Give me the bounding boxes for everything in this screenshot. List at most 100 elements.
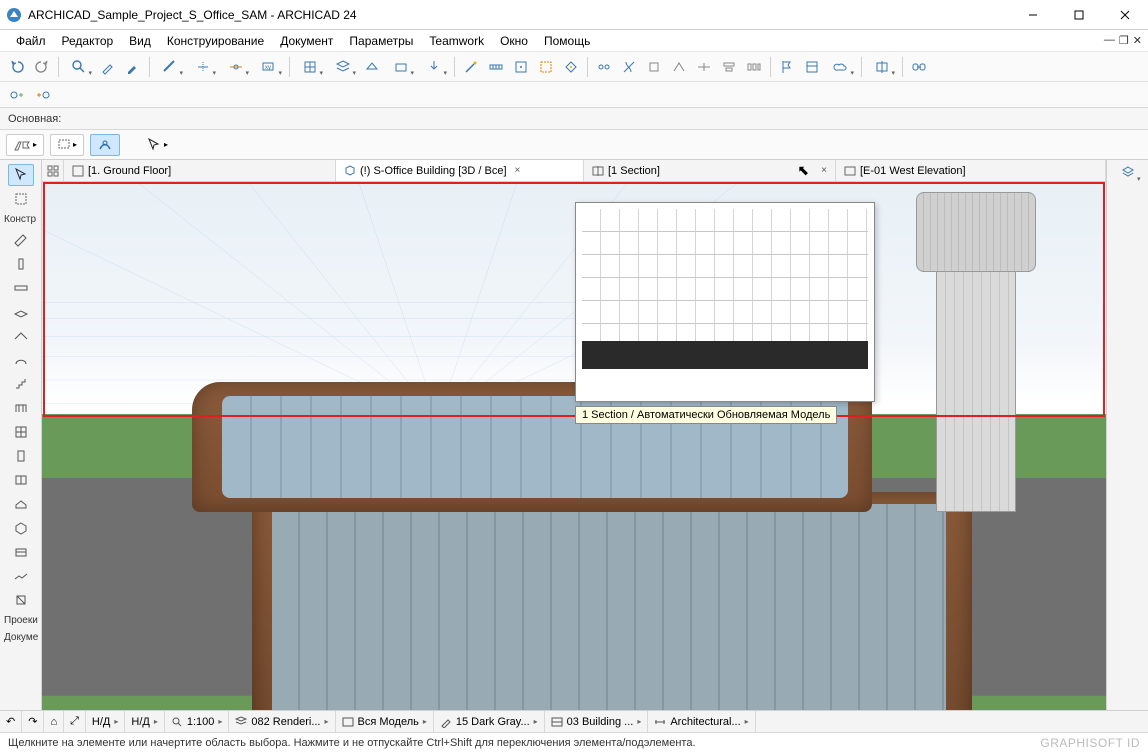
menu-window[interactable]: Окно xyxy=(492,34,536,48)
viewport-3d[interactable]: 1 Section / Автоматически Обновляемая Мо… xyxy=(42,182,1106,710)
menu-view[interactable]: Вид xyxy=(121,34,159,48)
shell-tool[interactable] xyxy=(8,349,34,371)
secondary-toolbar xyxy=(0,82,1148,108)
split-button[interactable] xyxy=(693,56,715,78)
undo-button[interactable] xyxy=(6,56,28,78)
mdi-close-button[interactable]: ✕ xyxy=(1133,34,1142,47)
zoom-extents-button[interactable]: ⤢ xyxy=(64,711,86,732)
workplane-button[interactable] xyxy=(386,56,416,78)
pen-set[interactable]: 15 Dark Gray...▸ xyxy=(434,711,545,732)
link-button[interactable] xyxy=(908,56,930,78)
brand-label: GRAPHISOFT ID xyxy=(1040,736,1140,750)
model-filter[interactable]: Вся Модель▸ xyxy=(336,711,434,732)
zone-tool[interactable] xyxy=(8,541,34,563)
mdi-restore-button[interactable]: ❐ xyxy=(1119,34,1129,47)
snap-guides-button[interactable] xyxy=(221,56,251,78)
view-options-button[interactable] xyxy=(1113,162,1143,184)
scale-nd2[interactable]: Н/Д▸ xyxy=(125,711,164,732)
curtain-wall-tool[interactable] xyxy=(8,421,34,443)
arrow-tool[interactable] xyxy=(8,164,34,186)
minimize-button[interactable] xyxy=(1010,0,1056,30)
quick-select-button[interactable] xyxy=(90,134,120,156)
favorites-button[interactable]: ▸ xyxy=(6,134,44,156)
nav-forward-button[interactable]: ↷ xyxy=(22,711,44,732)
object-tool[interactable] xyxy=(8,517,34,539)
flag-button[interactable] xyxy=(776,56,798,78)
menu-design[interactable]: Конструирование xyxy=(159,34,272,48)
close-button[interactable] xyxy=(1102,0,1148,30)
column-tool[interactable] xyxy=(8,253,34,275)
layers-button[interactable] xyxy=(328,56,358,78)
magic-wand-button[interactable] xyxy=(460,56,482,78)
roof-tool[interactable] xyxy=(8,325,34,347)
align-button[interactable] xyxy=(718,56,740,78)
coord-button[interactable]: xy xyxy=(254,56,284,78)
tab-west-elevation[interactable]: [E-01 West Elevation] xyxy=(836,160,1106,181)
gravity-button[interactable] xyxy=(419,56,449,78)
find-select-button[interactable] xyxy=(64,56,94,78)
morph-tool[interactable] xyxy=(8,589,34,611)
cloud-button[interactable] xyxy=(826,56,856,78)
menu-document[interactable]: Документ xyxy=(272,34,341,48)
marquee-tool[interactable] xyxy=(8,188,34,210)
ruler-button[interactable] xyxy=(155,56,185,78)
measure-button[interactable] xyxy=(485,56,507,78)
scale-nd1[interactable]: Н/Д▸ xyxy=(86,711,125,732)
skylight-tool[interactable] xyxy=(8,493,34,515)
tab-close-button[interactable]: × xyxy=(821,165,827,176)
tab-ground-floor[interactable]: [1. Ground Floor] xyxy=(64,160,336,181)
menu-teamwork[interactable]: Teamwork xyxy=(421,34,492,48)
wall-tool[interactable] xyxy=(8,229,34,251)
suspend-groups-button[interactable] xyxy=(593,56,615,78)
adjust-button[interactable] xyxy=(643,56,665,78)
toolbar-divider xyxy=(770,57,771,77)
layer-combo[interactable]: 082 Renderi...▸ xyxy=(229,711,335,732)
section-icon xyxy=(592,165,604,177)
grid-button[interactable] xyxy=(295,56,325,78)
pick-button[interactable] xyxy=(97,56,119,78)
slab-tool[interactable] xyxy=(8,301,34,323)
zoom-dropdown[interactable]: 1:100▸ xyxy=(165,711,230,732)
teamwork-receive-button[interactable] xyxy=(6,84,28,106)
trim-button[interactable] xyxy=(618,56,640,78)
nav-home-button[interactable]: ⌂ xyxy=(44,711,64,732)
tab-3d-building[interactable]: (!) S-Office Building [3D / Все] × xyxy=(336,160,584,181)
tab-1-section[interactable]: [1 Section] ⬉ × xyxy=(584,160,836,181)
info-label: Основная: xyxy=(8,113,61,125)
marquee-button[interactable] xyxy=(535,56,557,78)
element-info-button[interactable] xyxy=(510,56,532,78)
menu-editor[interactable]: Редактор xyxy=(54,34,122,48)
elevation-icon xyxy=(844,165,856,177)
trace-button[interactable] xyxy=(560,56,582,78)
tab-overview-button[interactable] xyxy=(42,160,64,181)
arrow-options-button[interactable]: ▸ xyxy=(146,134,168,156)
maximize-button[interactable] xyxy=(1056,0,1102,30)
tab-label: [1 Section] xyxy=(608,165,660,177)
eyedropper-button[interactable] xyxy=(122,56,144,78)
view-map[interactable]: 03 Building ...▸ xyxy=(545,711,649,732)
floorplan-icon xyxy=(72,165,84,177)
redo-button[interactable] xyxy=(31,56,53,78)
door-tool[interactable] xyxy=(8,445,34,467)
nav-back-button[interactable]: ↶ xyxy=(0,711,22,732)
attributes-button[interactable] xyxy=(801,56,823,78)
toolbox-label-doc: Докуме xyxy=(0,630,41,645)
menu-file[interactable]: Файл xyxy=(8,34,54,48)
intersect-button[interactable] xyxy=(668,56,690,78)
beam-tool[interactable] xyxy=(8,277,34,299)
section-tool-button[interactable] xyxy=(867,56,897,78)
plane-button[interactable] xyxy=(361,56,383,78)
selection-mode-button[interactable]: ▸ xyxy=(50,134,84,156)
stair-tool[interactable] xyxy=(8,373,34,395)
mdi-minimize-button[interactable]: — xyxy=(1104,34,1115,47)
menu-help[interactable]: Помощь xyxy=(536,34,598,48)
teamwork-send-button[interactable] xyxy=(32,84,54,106)
dimension-style[interactable]: Architectural...▸ xyxy=(648,711,755,732)
window-tool[interactable] xyxy=(8,469,34,491)
railing-tool[interactable] xyxy=(8,397,34,419)
guides-button[interactable] xyxy=(188,56,218,78)
menu-options[interactable]: Параметры xyxy=(341,34,421,48)
distribute-button[interactable] xyxy=(743,56,765,78)
tab-close-button[interactable]: × xyxy=(515,165,521,176)
mesh-tool[interactable] xyxy=(8,565,34,587)
